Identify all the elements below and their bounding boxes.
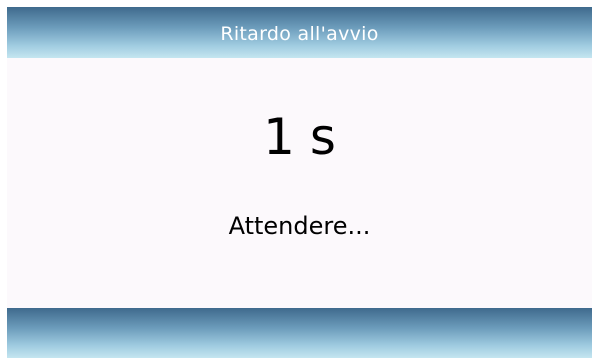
- title-bar: Ritardo all'avvio: [7, 7, 592, 58]
- countdown-value: 1: [263, 108, 295, 166]
- countdown-display: 1s: [7, 107, 592, 167]
- screen-title: Ritardo all'avvio: [220, 22, 379, 45]
- countdown-unit: s: [309, 108, 336, 166]
- startup-delay-screen: Ritardo all'avvio 1s Attendere...: [7, 7, 592, 358]
- bottom-bar: [7, 308, 592, 358]
- content-area: 1s Attendere...: [7, 58, 592, 308]
- wait-message: Attendere...: [228, 212, 371, 240]
